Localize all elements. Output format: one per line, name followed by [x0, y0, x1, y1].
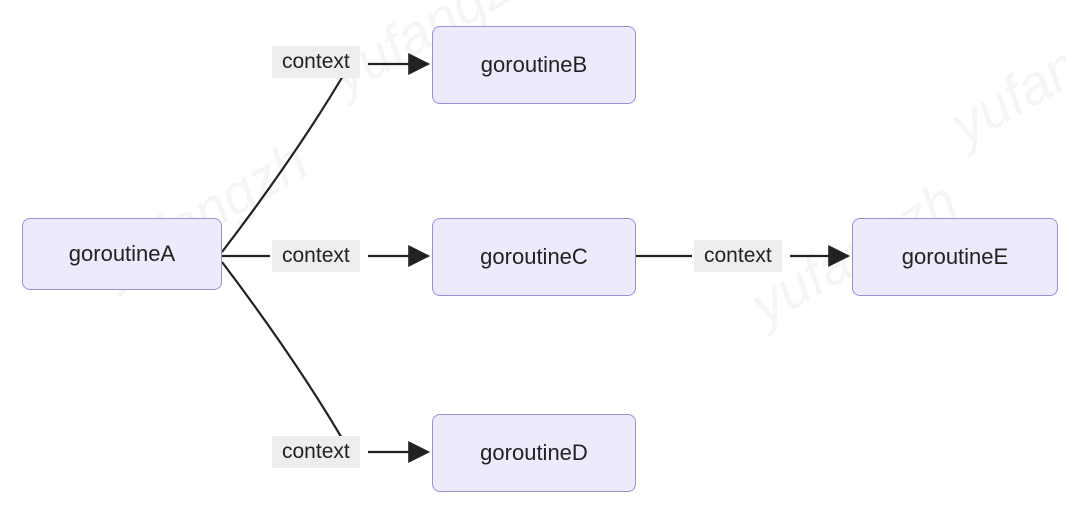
edge-label-ad: context	[272, 436, 360, 468]
node-goroutine-e: goroutineE	[852, 218, 1058, 296]
node-goroutine-a: goroutineA	[22, 218, 222, 290]
edge-a-to-b-curve	[222, 64, 350, 252]
edge-label-ac: context	[272, 240, 360, 272]
edge-a-to-d-curve	[222, 262, 350, 452]
node-goroutine-b: goroutineB	[432, 26, 636, 104]
watermark: yufangzh	[939, 0, 1066, 157]
node-goroutine-c: goroutineC	[432, 218, 636, 296]
node-goroutine-d: goroutineD	[432, 414, 636, 492]
edge-label-ce: context	[694, 240, 782, 272]
edge-label-ab: context	[272, 46, 360, 78]
